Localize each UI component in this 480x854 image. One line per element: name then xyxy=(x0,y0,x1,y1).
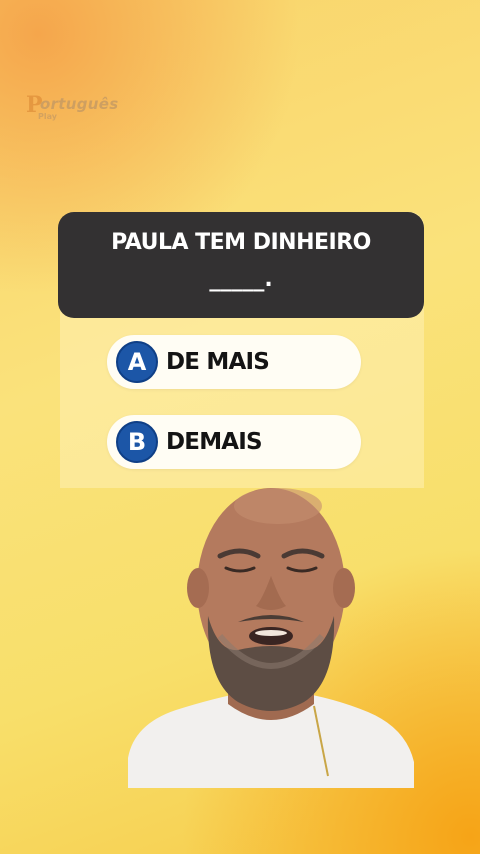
logo-sub: Play xyxy=(38,112,57,121)
question-box: PAULA TEM DINHEIRO _____. xyxy=(58,212,424,318)
option-b-button[interactable]: B DEMAIS xyxy=(107,415,361,469)
logo-word: ortuguês xyxy=(40,95,119,113)
option-a-text: DE MAIS xyxy=(166,349,270,375)
question-blank: _____. xyxy=(209,267,273,292)
portugues-play-logo: P ortuguês Play xyxy=(26,92,126,122)
presenter-image xyxy=(128,488,414,788)
option-b-letter-badge: B xyxy=(116,421,158,463)
option-a-button[interactable]: A DE MAIS xyxy=(107,335,361,389)
presenter-video xyxy=(128,466,414,788)
question-text: PAULA TEM DINHEIRO xyxy=(111,230,371,255)
option-b-text: DEMAIS xyxy=(166,429,263,455)
option-a-letter-badge: A xyxy=(116,341,158,383)
